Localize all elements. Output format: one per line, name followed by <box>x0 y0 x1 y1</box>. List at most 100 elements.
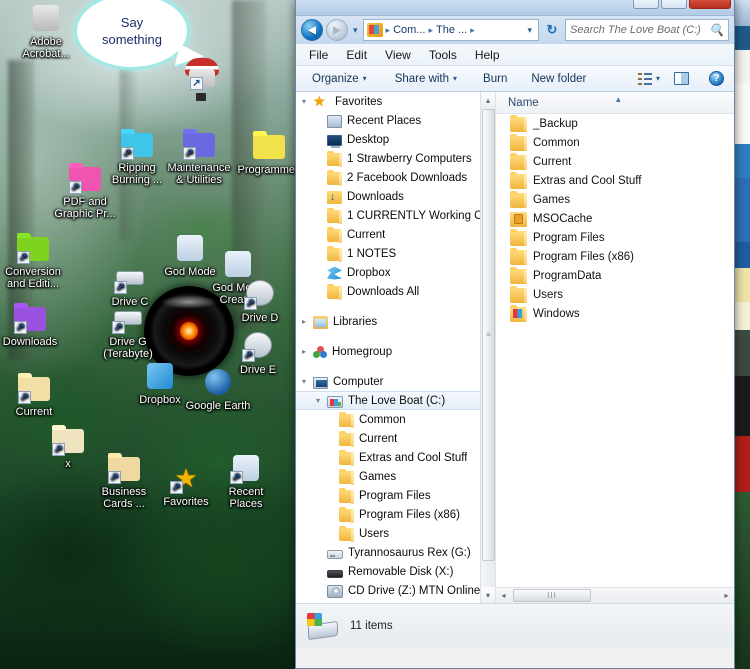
desktop[interactable]: Say something AdobeAcrobat...RippingBurn… <box>0 0 295 669</box>
tree-expander-icon[interactable]: ▾ <box>302 97 313 106</box>
scrollbar-thumb[interactable]: ≡ <box>482 109 495 561</box>
file-list-pane[interactable]: Name ▴ _Backup Common Current Extras and Co… <box>496 92 734 603</box>
window-titlebar[interactable] <box>296 0 734 16</box>
change-view-button[interactable]: ▾ <box>628 70 664 88</box>
file-list-item[interactable]: Extras and Cool Stuff <box>496 171 734 190</box>
menu-help[interactable]: Help <box>466 46 509 64</box>
sidebar-item-downloads-all[interactable]: Downloads All <box>296 282 495 301</box>
refresh-button[interactable]: ↻ <box>542 19 562 41</box>
desktop-icon-current[interactable]: Current <box>0 372 76 418</box>
tree-expander-icon[interactable]: ▸ <box>302 347 313 356</box>
breadcrumb-dropdown-icon[interactable]: ▾ <box>523 25 536 36</box>
preview-pane-button[interactable] <box>664 69 699 88</box>
new-folder-button[interactable]: New folder <box>517 70 596 88</box>
sidebar-item-games[interactable]: Games <box>296 467 495 486</box>
sidebar-item-the-love-boat-c[interactable]: ▾ The Love Boat (C:) <box>296 391 495 410</box>
tree-expander-icon[interactable]: ▾ <box>302 377 313 386</box>
sidebar-item-recent-places[interactable]: Recent Places <box>296 111 495 130</box>
scroll-up-button[interactable]: ▴ <box>481 92 495 108</box>
help-button[interactable]: ? <box>699 68 734 89</box>
scroll-right-button[interactable]: ▸ <box>719 588 734 603</box>
column-header-name[interactable]: Name ▴ <box>496 92 734 114</box>
desktop-icon-programmes[interactable]: Programmes <box>227 130 295 176</box>
desktop-icon-drive-d[interactable]: Drive D <box>218 278 295 324</box>
file-list-item[interactable]: Program Files (x86) <box>496 247 734 266</box>
file-list-item[interactable]: Games <box>496 190 734 209</box>
burn-button[interactable]: Burn <box>467 70 517 88</box>
sidebar-item-2-facebook-downloads[interactable]: 2 Facebook Downloads <box>296 168 495 187</box>
file-list-item[interactable]: _Backup <box>496 114 734 133</box>
hscrollbar-thumb[interactable]: III <box>513 589 591 602</box>
desktop-icon-recent[interactable]: RecentPlaces <box>204 452 288 510</box>
sidebar-item-program-files[interactable]: Program Files <box>296 486 495 505</box>
menu-view[interactable]: View <box>376 46 420 64</box>
file-list[interactable]: _Backup Common Current Extras and Cool Stuf… <box>496 114 734 323</box>
address-toolbar[interactable]: ◀ ▶ ▾ ▸ Com... ▸ The ... ▸ ▾ ↻ Search Th… <box>296 16 734 44</box>
close-button[interactable] <box>689 0 731 9</box>
breadcrumb-separator[interactable]: ▸ <box>469 25 476 36</box>
file-list-item[interactable]: Users <box>496 285 734 304</box>
sidebar-item-desktop[interactable]: Desktop <box>296 130 495 149</box>
scroll-down-button[interactable]: ▾ <box>481 587 495 603</box>
desktop-icon-drive-g[interactable]: Drive G(Terabyte) <box>86 302 170 360</box>
file-list-horizontal-scrollbar[interactable]: ◂ III ▸ <box>496 587 734 603</box>
desktop-icon-conversion[interactable]: Conversionand Editi... <box>0 232 75 290</box>
forward-button[interactable]: ▶ <box>326 19 348 41</box>
breadcrumb[interactable]: ▸ Com... ▸ The ... ▸ ▾ <box>362 19 539 41</box>
minimize-button[interactable] <box>633 0 659 9</box>
sidebar-item-tyrannosaurus-rex-g[interactable]: Tyrannosaurus Rex (G:) <box>296 543 495 562</box>
sidebar-item-current[interactable]: Current <box>296 429 495 448</box>
file-list-item[interactable]: Common <box>496 133 734 152</box>
tree-expander-icon[interactable]: ▸ <box>302 317 313 326</box>
tree-group-gap <box>296 361 495 372</box>
scroll-left-button[interactable]: ◂ <box>496 588 511 603</box>
navigation-pane[interactable]: ▾ ★ Favorites Recent Places Desktop 1 Strawbe… <box>296 92 496 603</box>
file-list-item[interactable]: Current <box>496 152 734 171</box>
file-list-item[interactable]: Program Files <box>496 228 734 247</box>
desktop-icon-pdf-and[interactable]: PDF andGraphic Pr... <box>43 162 127 220</box>
sidebar-item-cd-drive-z-mtn-online[interactable]: CD Drive (Z:) MTN Online <box>296 581 495 600</box>
tree-expander-icon[interactable]: ▾ <box>316 396 327 405</box>
office-assistant-icon[interactable] <box>185 58 219 90</box>
menu-tools[interactable]: Tools <box>420 46 466 64</box>
explorer-body[interactable]: ▾ ★ Favorites Recent Places Desktop 1 Strawbe… <box>296 92 734 603</box>
explorer-window[interactable]: ◀ ▶ ▾ ▸ Com... ▸ The ... ▸ ▾ ↻ Search Th… <box>295 0 735 669</box>
window-controls[interactable] <box>633 0 731 9</box>
background-window-sliver[interactable] <box>735 0 750 669</box>
file-list-item[interactable]: ProgramData <box>496 266 734 285</box>
navigation-pane-scrollbar[interactable]: ▴ ≡ ▾ <box>480 92 495 603</box>
recent-pages-dropdown[interactable]: ▾ <box>351 25 360 36</box>
search-input[interactable]: Search The Love Boat (C:) 🔍 <box>565 19 729 41</box>
share-with-button[interactable]: Share with ▾ <box>377 70 467 88</box>
desktop-icon-adobe[interactable]: Adobe Acrobat... <box>4 2 88 60</box>
sidebar-item-removable-disk-x[interactable]: Removable Disk (X:) <box>296 562 495 581</box>
navigation-tree[interactable]: ▾ ★ Favorites Recent Places Desktop 1 Strawbe… <box>296 92 495 600</box>
sidebar-item-program-files-x86[interactable]: Program Files (x86) <box>296 505 495 524</box>
sidebar-item-downloads[interactable]: Downloads <box>296 187 495 206</box>
menu-bar[interactable]: File Edit View Tools Help <box>296 44 734 66</box>
sidebar-item-1-notes[interactable]: 1 NOTES <box>296 244 495 263</box>
menu-file[interactable]: File <box>300 46 337 64</box>
sidebar-item-computer[interactable]: ▾ Computer <box>296 372 495 391</box>
sidebar-item-common[interactable]: Common <box>296 410 495 429</box>
menu-edit[interactable]: Edit <box>337 46 376 64</box>
breadcrumb-item-drive[interactable]: The ... <box>434 24 469 36</box>
sidebar-item-users[interactable]: Users <box>296 524 495 543</box>
sidebar-item-current[interactable]: Current <box>296 225 495 244</box>
command-bar[interactable]: Organize ▾ Share with ▾ Burn New folder … <box>296 66 734 92</box>
sidebar-item-1-strawberry-computers[interactable]: 1 Strawberry Computers <box>296 149 495 168</box>
organize-button[interactable]: Organize ▾ <box>302 70 377 88</box>
sidebar-item-favorites[interactable]: ▾ ★ Favorites <box>296 92 495 111</box>
sidebar-item-extras-and-cool-stuff[interactable]: Extras and Cool Stuff <box>296 448 495 467</box>
maximize-button[interactable] <box>661 0 687 9</box>
sidebar-item-1-currently-working-on-these[interactable]: 1 CURRENTLY Working On These <box>296 206 495 225</box>
sidebar-item-homegroup[interactable]: ▸ Homegroup <box>296 342 495 361</box>
desktop-icon-downloads[interactable]: Downloads <box>0 302 72 348</box>
desktop-icon-google-earth[interactable]: Google Earth <box>176 366 260 412</box>
sidebar-item-dropbox[interactable]: Dropbox <box>296 263 495 282</box>
file-list-item[interactable]: Windows <box>496 304 734 323</box>
breadcrumb-item-computer[interactable]: Com... <box>391 24 427 36</box>
file-list-item[interactable]: MSOCache <box>496 209 734 228</box>
sidebar-item-libraries[interactable]: ▸ Libraries <box>296 312 495 331</box>
back-button[interactable]: ◀ <box>301 19 323 41</box>
